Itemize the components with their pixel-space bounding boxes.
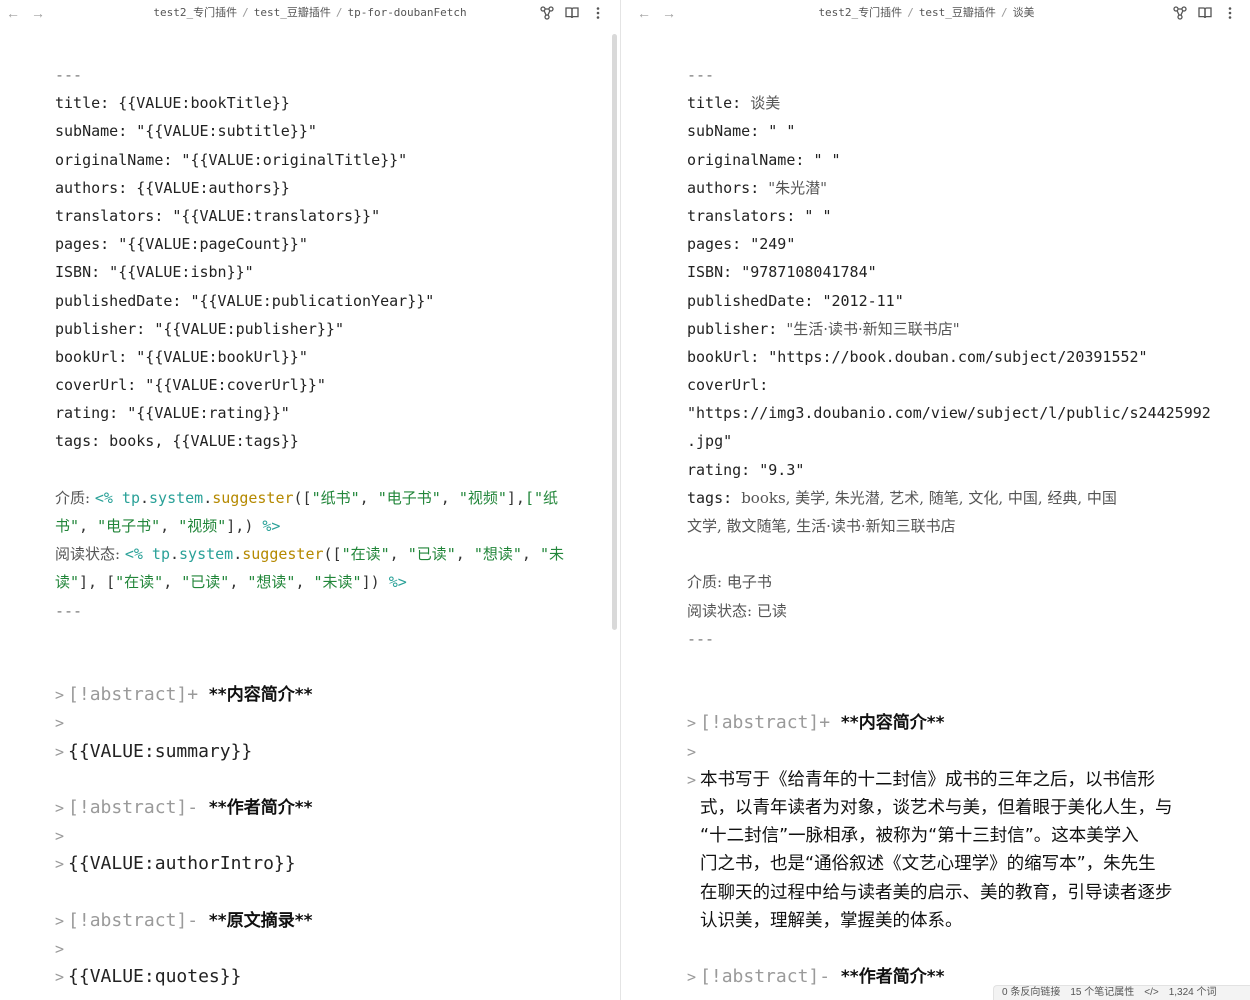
frontmatter-line: --- <box>687 66 715 84</box>
callout-header: > [!abstract]+ **内容简介** <box>55 684 313 706</box>
callout-blank: > <box>55 939 65 958</box>
property-line: pages: "249" <box>687 235 796 254</box>
property-line: translators: " " <box>687 206 832 225</box>
more-options-icon[interactable] <box>1222 5 1238 21</box>
summary-line: “十二封信”一脉相承，被称为“第十三封信”。这本美学入 <box>700 826 1139 847</box>
property-line: coverUrl: <box>687 376 769 395</box>
summary-line: 在聊天的过程中给与读者美的启示、美的教育，引导读者逐步 <box>700 882 1173 903</box>
property-line: tags: books, 美学, 朱光潜, 艺术, 随笔, 文化, 中国, 经典… <box>687 488 1117 507</box>
templater-medium-line: 介质: <% tp.system.suggester(["纸书", "电子书",… <box>55 488 559 507</box>
frontmatter-line: pages: "{{VALUE:pageCount}}" <box>55 235 308 254</box>
breadcrumb-item-subfolder[interactable]: test_豆瓣插件 <box>254 6 331 19</box>
frontmatter-line: publishedDate: "{{VALUE:publicationYear}… <box>55 291 435 310</box>
property-line: bookUrl: "https://book.douban.com/subjec… <box>687 347 1148 366</box>
callout-blank: > <box>55 714 65 733</box>
property-line: .jpg" <box>687 432 733 451</box>
back-arrow-icon[interactable]: ← <box>636 5 652 21</box>
summary-line: 本书写于《给青年的十二封信》成书的三年之后，以书信形 <box>700 769 1156 790</box>
frontmatter-line: translators: "{{VALUE:translators}}" <box>55 206 381 225</box>
frontmatter-line: coverUrl: "{{VALUE:coverUrl}}" <box>55 376 326 395</box>
backlinks-count[interactable]: 0 条反向链接 <box>1002 987 1060 998</box>
templater-read-line: 阅读状态: <% tp.system.suggester(["在读", "已读"… <box>55 545 564 564</box>
property-line: 文学, 散文随笔, 生活·读书·新知三联书店 <box>687 517 956 535</box>
more-options-icon[interactable] <box>590 5 606 21</box>
frontmatter-line: publisher: "{{VALUE:publisher}}" <box>55 319 344 338</box>
summary-line: 式，以青年读者为对象，谈艺术与美，但着眼于美化人生，与 <box>700 797 1173 818</box>
property-line: publisher: "生活·读书·新知三联书店" <box>687 319 960 338</box>
frontmatter-line: authors: {{VALUE:authors}} <box>55 178 290 197</box>
left-header: ← → test2_专门插件 / test_豆瓣插件 / tp-for-doubanFe… <box>0 0 620 26</box>
graph-icon[interactable] <box>539 5 555 21</box>
property-line: subName: " " <box>687 122 796 141</box>
forward-arrow-icon[interactable]: → <box>661 5 677 21</box>
callout-blank: > <box>687 742 697 761</box>
reading-view-icon[interactable] <box>564 5 580 21</box>
breadcrumb-item-folder[interactable]: test2_专门插件 <box>818 6 902 19</box>
callout-body: > {{VALUE:authorIntro}} <box>55 853 296 875</box>
graph-icon[interactable] <box>1172 5 1188 21</box>
property-line: "https://img3.doubanio.com/view/subject/… <box>687 404 1211 423</box>
left-editor-pane[interactable]: ← → test2_专门插件 / test_豆瓣插件 / tp-for-doubanFe… <box>0 0 620 1000</box>
property-line: authors: "朱光潜" <box>687 178 828 197</box>
callout-header: > [!abstract]- **原文摘录** <box>55 909 313 931</box>
summary-line: 门之书，也是“通俗叙述《文艺心理学》的缩写本”，朱先生 <box>700 854 1156 875</box>
property-line: rating: "9.3" <box>687 460 805 479</box>
forward-arrow-icon[interactable]: → <box>30 5 46 21</box>
breadcrumb-item-file[interactable]: tp-for-doubanFetch <box>347 6 466 19</box>
word-count: 1,324 个词 <box>1168 987 1217 998</box>
breadcrumb-item-folder[interactable]: test2_专门插件 <box>153 6 237 19</box>
back-arrow-icon[interactable]: ← <box>5 5 21 21</box>
breadcrumb-item-subfolder[interactable]: test_豆瓣插件 <box>919 6 996 19</box>
callout-header: > [!abstract]- **作者简介** <box>55 796 313 818</box>
templater-read-line-cont: 读"], ["在读", "已读", "想读", "未读"]) %> <box>55 573 407 592</box>
reading-view-icon[interactable] <box>1197 5 1213 21</box>
right-editor-pane[interactable]: ← → test2_专门插件 / test_豆瓣插件 / 谈美 --- title: 谈… <box>621 0 1250 1000</box>
source-mode-icon[interactable]: </> <box>1144 987 1158 998</box>
frontmatter-line: bookUrl: "{{VALUE:bookUrl}}" <box>55 347 308 366</box>
left-note-content[interactable]: --- title: {{VALUE:bookTitle}} subName: … <box>55 61 595 991</box>
frontmatter-line: subName: "{{VALUE:subtitle}}" <box>55 122 317 141</box>
frontmatter-line: tags: books, {{VALUE:tags}} <box>55 432 299 451</box>
right-header: ← → test2_专门插件 / test_豆瓣插件 / 谈美 <box>621 0 1250 26</box>
read-status-key: 阅读状态: <box>55 545 125 564</box>
frontmatter-line: title: {{VALUE:bookTitle}} <box>55 94 290 113</box>
templater-medium-line-cont: 书", "电子书", "视频"],) %> <box>55 517 281 535</box>
breadcrumb-item-file[interactable]: 谈美 <box>1013 6 1035 19</box>
medium-line: 介质: 电子书 <box>687 573 772 592</box>
property-line: title: 谈美 <box>687 94 781 113</box>
frontmatter-line: ISBN: "{{VALUE:isbn}}" <box>55 263 254 282</box>
breadcrumb: test2_专门插件 / test_豆瓣插件 / 谈美 <box>818 6 1035 19</box>
frontmatter-end: --- <box>687 629 715 648</box>
right-note-content[interactable]: --- title: 谈美 subName: " " originalName:… <box>687 61 1227 1000</box>
frontmatter-line: --- <box>55 66 83 84</box>
property-line: publishedDate: "2012-11" <box>687 291 904 310</box>
breadcrumb: test2_专门插件 / test_豆瓣插件 / tp-for-doubanFetch <box>153 6 467 19</box>
summary-line: 认识美，理解美，掌握美的体系。 <box>700 910 963 931</box>
callout-header: > [!abstract]+ **内容简介** <box>687 712 945 734</box>
property-line: ISBN: "9787108041784" <box>687 263 877 282</box>
medium-key: 介质: <box>55 488 95 507</box>
callout-summary: > 本书写于《给青年的十二封信》成书的三年之后，以书信形 式，以青年读者为对象，… <box>687 766 1227 935</box>
callout-blank: > <box>55 827 65 846</box>
callout-body: > {{VALUE:quotes}} <box>55 966 242 987</box>
status-bar: 0 条反向链接 15 个笔记属性 </> 1,324 个词 <box>993 985 1250 1000</box>
frontmatter-end: --- <box>55 601 83 620</box>
callout-body: > {{VALUE:summary}} <box>55 740 253 762</box>
frontmatter-line: originalName: "{{VALUE:originalTitle}}" <box>55 150 408 169</box>
left-scrollbar[interactable] <box>612 34 617 630</box>
property-line: originalName: " " <box>687 150 841 169</box>
read-status-line: 阅读状态: 已读 <box>687 601 787 620</box>
frontmatter-line: rating: "{{VALUE:rating}}" <box>55 404 290 423</box>
properties-count[interactable]: 15 个笔记属性 <box>1070 987 1134 998</box>
